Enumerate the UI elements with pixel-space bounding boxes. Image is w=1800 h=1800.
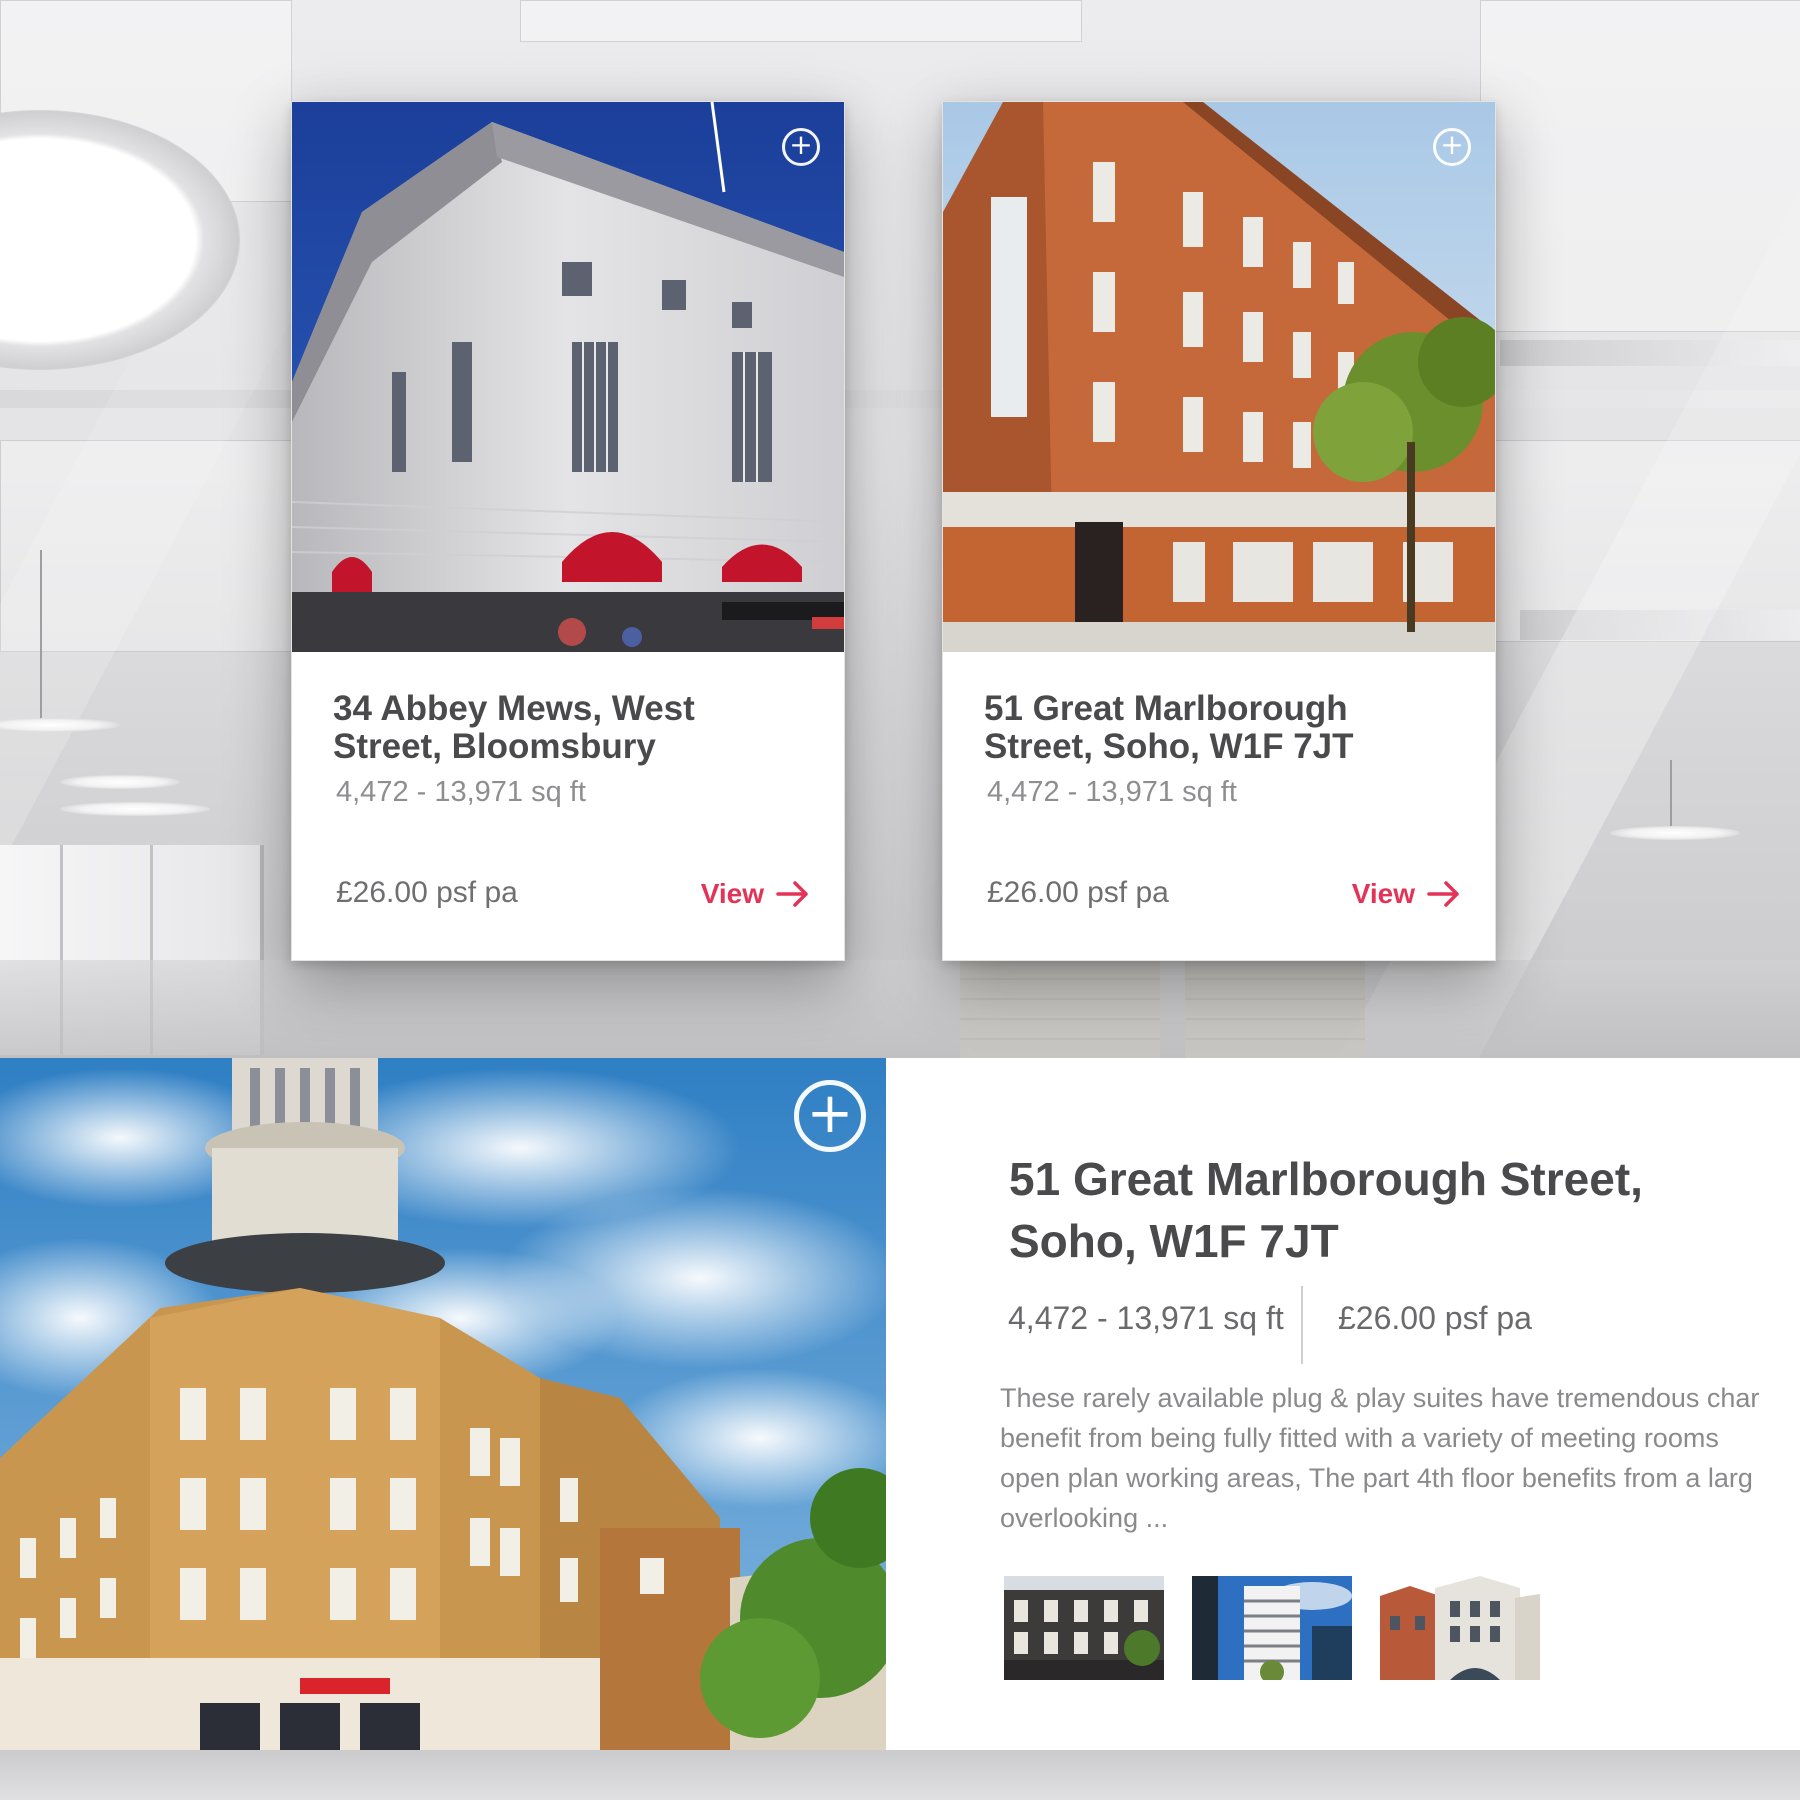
- property-price: £26.00 psf pa: [336, 876, 518, 909]
- property-photo[interactable]: +: [292, 102, 844, 652]
- divider: [1301, 1286, 1303, 1364]
- property-photo[interactable]: +: [943, 102, 1495, 652]
- detail-size: 4,472 - 13,971 sq ft: [1008, 1300, 1284, 1336]
- property-card[interactable]: + 34 Abbey Mews, West Street, Bloomsbury…: [291, 101, 845, 961]
- view-link[interactable]: View: [701, 878, 810, 910]
- view-link[interactable]: View: [1352, 878, 1461, 910]
- background-office-photo: [0, 0, 1800, 1058]
- property-title: 51 Great Marlborough Street, Soho, W1F 7…: [984, 689, 1354, 766]
- featured-property-photo[interactable]: [0, 1058, 886, 1750]
- plus-circle-icon: +: [1440, 128, 1464, 161]
- property-detail-panel: 51 Great Marlborough Street, Soho, W1F 7…: [886, 1058, 1800, 1750]
- property-size: 4,472 - 13,971 sq ft: [336, 776, 586, 808]
- property-card[interactable]: + 51 Great Marlborough Street, Soho, W1F…: [942, 101, 1496, 961]
- gallery-thumbnail[interactable]: [1380, 1576, 1540, 1680]
- arrow-right-icon: [1427, 881, 1459, 907]
- property-title: 34 Abbey Mews, West Street, Bloomsbury: [333, 689, 695, 766]
- add-to-shortlist-button[interactable]: +: [1433, 128, 1471, 166]
- arrow-right-icon: [776, 881, 808, 907]
- gallery-thumbnail[interactable]: [1004, 1576, 1164, 1680]
- plus-circle-icon: +: [789, 128, 813, 161]
- gallery-thumbnail[interactable]: [1192, 1576, 1352, 1680]
- detail-description: These rarely available plug & play suite…: [1000, 1383, 1760, 1533]
- plus-circle-icon: +: [806, 1081, 854, 1146]
- property-price: £26.00 psf pa: [987, 876, 1169, 909]
- property-size: 4,472 - 13,971 sq ft: [987, 776, 1237, 808]
- add-to-shortlist-button[interactable]: +: [794, 1080, 866, 1152]
- detail-title: 51 Great Marlborough Street, Soho, W1F 7…: [1009, 1153, 1643, 1267]
- detail-price: £26.00 psf pa: [1338, 1300, 1532, 1336]
- thumbnail-gallery: [1004, 1576, 1540, 1680]
- add-to-shortlist-button[interactable]: +: [782, 128, 820, 166]
- page-bottom-edge: [0, 1750, 1800, 1800]
